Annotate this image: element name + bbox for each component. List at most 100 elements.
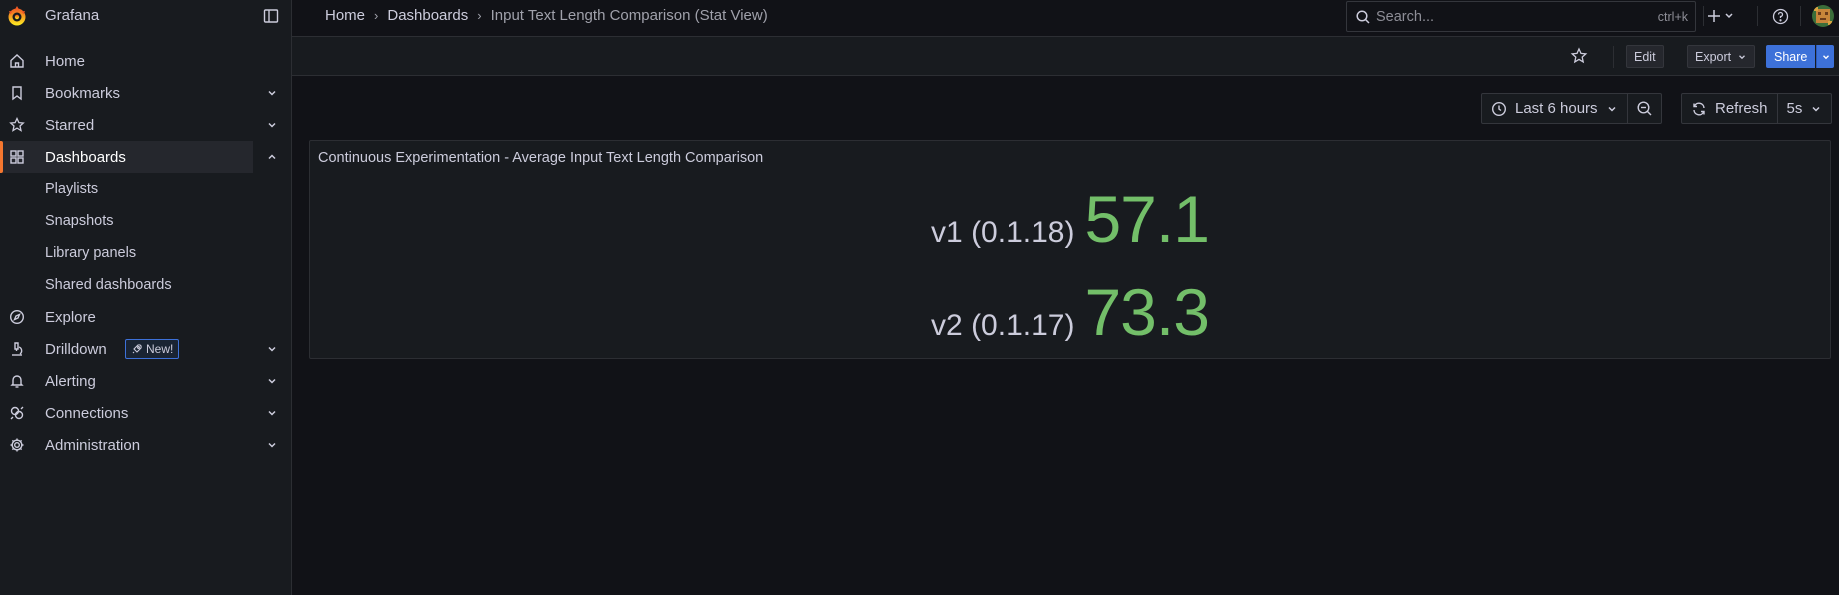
stat-name: v2 (0.1.17) [931, 309, 1075, 342]
nav-item-explore[interactable]: Explore [0, 301, 253, 333]
refresh-interval-select[interactable]: 5s [1776, 94, 1832, 123]
nav-item-snapshots[interactable]: Snapshots [0, 205, 253, 237]
stat-row: v1 (0.1.18) 57.1 [310, 181, 1830, 257]
nav-label: Connections [45, 405, 129, 422]
nav-label: Shared dashboards [45, 277, 172, 293]
refresh-interval-label: 5s [1786, 100, 1803, 117]
nav-label: Playlists [45, 181, 99, 197]
share-button[interactable]: Share [1766, 45, 1816, 68]
time-range-label: Last 6 hours [1515, 100, 1598, 117]
search-icon [1356, 10, 1370, 24]
microscope-icon [12, 342, 23, 356]
chevron-down-icon[interactable] [266, 439, 278, 451]
dock-menu-icon[interactable] [263, 8, 279, 24]
plug-icon [10, 406, 24, 420]
refresh-label: Refresh [1715, 100, 1768, 117]
nav-item-alerting[interactable]: Alerting [0, 365, 276, 397]
nav-label: Dashboards [45, 149, 126, 166]
clock-icon [1491, 101, 1507, 116]
search-placeholder: Search... [1376, 9, 1435, 25]
edit-label: Edit [1634, 49, 1656, 64]
nav-label: Explore [45, 309, 96, 326]
grafana-logo[interactable] [6, 5, 28, 27]
search-shortcut: ctrl+k [1657, 10, 1688, 24]
chevron-down-icon[interactable] [266, 87, 278, 99]
stat-panel[interactable]: Continuous Experimentation - Average Inp… [309, 140, 1831, 359]
breadcrumb-separator-icon: › [374, 8, 379, 23]
nav-item-playlists[interactable]: Playlists [0, 173, 253, 205]
chevron-down-icon[interactable] [266, 375, 278, 387]
zoom-out-icon [1637, 101, 1652, 116]
nav-label: Home [45, 53, 86, 70]
badge-label: New! [146, 342, 174, 356]
refresh-picker-group: Refresh 5s [1681, 93, 1833, 124]
stat-name: v1 (0.1.18) [931, 216, 1075, 249]
apps-icon [10, 150, 24, 164]
share-options-button[interactable] [1816, 45, 1834, 68]
nav-item-connections[interactable]: Connections [0, 397, 276, 429]
bookmark-icon [12, 86, 22, 101]
cog-icon [10, 438, 24, 452]
help-icon[interactable] [1772, 8, 1789, 25]
breadcrumb-dashboards[interactable]: Dashboards [387, 7, 468, 24]
chevron-up-icon[interactable] [266, 151, 278, 163]
nav-item-drilldown[interactable]: Drilldown New! [0, 333, 276, 365]
breadcrumb: Home › Dashboards › Input Text Length Co… [325, 7, 768, 24]
time-range-picker[interactable]: Last 6 hours [1482, 94, 1627, 123]
nav-label: Administration [45, 437, 141, 454]
brand: Grafana [0, 0, 292, 32]
mark-as-favorite-star-icon[interactable] [1570, 47, 1588, 65]
user-avatar-icon [1812, 5, 1834, 27]
chevron-down-icon[interactable] [266, 119, 278, 131]
refresh-button[interactable]: Refresh [1682, 94, 1777, 123]
chevron-down-icon [1822, 54, 1829, 59]
nav-item-home[interactable]: Home [0, 45, 253, 77]
nav-item-shared-dashboards[interactable]: Shared dashboards [0, 269, 253, 301]
new-badge: New! [125, 339, 180, 359]
stat-value: 73.3 [1084, 275, 1209, 349]
search-input[interactable]: Search... ctrl+k [1346, 1, 1696, 32]
divider [1613, 46, 1614, 68]
panel-title: Continuous Experimentation - Average Inp… [318, 150, 764, 166]
chevron-down-icon[interactable] [266, 343, 278, 355]
avatar[interactable] [1812, 5, 1834, 27]
rocket-icon [132, 344, 142, 354]
chevron-down-icon [1812, 106, 1820, 112]
divider [1703, 6, 1704, 26]
breadcrumb-home[interactable]: Home [325, 7, 365, 24]
compass-icon [9, 309, 25, 325]
star-icon [9, 117, 25, 132]
add-new-button[interactable] [1706, 7, 1738, 25]
sidebar: Grafana Home Bookmarks Starred Dashboard… [0, 0, 292, 595]
time-range-picker-group: Last 6 hours [1481, 93, 1662, 124]
dashboard-toolbar: Edit Export Share [292, 36, 1839, 76]
bell-icon [10, 375, 24, 388]
nav-item-library-panels[interactable]: Library panels [0, 237, 253, 269]
chevron-down-icon [1608, 106, 1616, 112]
nav-item-starred[interactable]: Starred [0, 109, 276, 141]
stat-row: v2 (0.1.17) 73.3 [310, 274, 1830, 350]
zoom-out-button[interactable] [1626, 94, 1661, 123]
nav-label: Starred [45, 117, 95, 134]
nav-item-bookmarks[interactable]: Bookmarks [0, 77, 276, 109]
chevron-down-icon[interactable] [266, 407, 278, 419]
app-title: Grafana [45, 7, 100, 24]
nav-label: Library panels [45, 245, 137, 261]
nav-item-dashboards[interactable]: Dashboards [0, 141, 276, 173]
chevron-down-icon [1739, 54, 1746, 59]
home-icon [10, 54, 24, 68]
divider [1757, 6, 1758, 26]
nav-label: Alerting [45, 373, 96, 390]
top-bar: Home › Dashboards › Input Text Length Co… [292, 0, 1839, 32]
breadcrumb-separator-icon: › [477, 8, 482, 23]
edit-button[interactable]: Edit [1626, 45, 1664, 68]
divider [1800, 6, 1801, 26]
nav-label: Snapshots [45, 213, 114, 229]
export-label: Export [1695, 49, 1732, 64]
sync-icon [1693, 102, 1705, 115]
export-button[interactable]: Export [1687, 45, 1756, 68]
breadcrumb-current: Input Text Length Comparison (Stat View) [490, 7, 768, 24]
stat-value: 57.1 [1084, 182, 1209, 256]
nav-item-administration[interactable]: Administration [0, 429, 276, 461]
share-label: Share [1774, 49, 1808, 64]
